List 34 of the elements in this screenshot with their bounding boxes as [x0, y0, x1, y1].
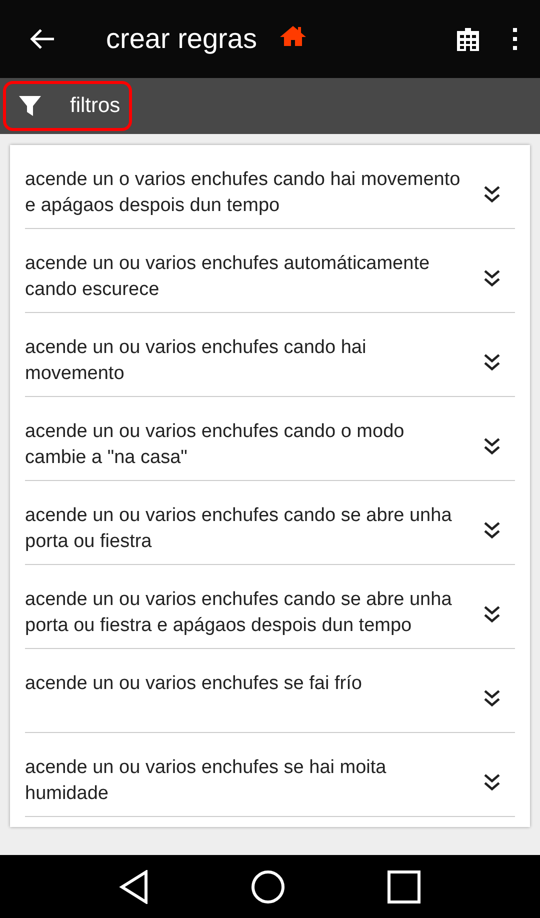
- rule-text: acende un ou varios enchufes automáticamente cando escurece: [25, 252, 431, 302]
- double-chevron-icon[interactable]: [483, 604, 501, 622]
- recents-square-icon[interactable]: [387, 870, 421, 904]
- more-options-icon[interactable]: [512, 28, 518, 50]
- rule-item[interactable]: acende un ou varios enchufes se hai moita humidade: [25, 733, 515, 817]
- home-circle-icon[interactable]: [251, 870, 285, 904]
- rule-text: acende un ou varios enchufes cando o modo cambie a "na casa": [25, 420, 406, 470]
- double-chevron-icon[interactable]: [483, 688, 501, 706]
- rule-text: acende un ou varios enchufes se fai frío: [25, 672, 363, 696]
- home-icon[interactable]: [278, 25, 307, 47]
- double-chevron-icon[interactable]: [483, 268, 501, 286]
- rule-text: acende un ou varios enchufes cando hai movemento: [25, 336, 368, 386]
- back-arrow-icon: [29, 28, 55, 50]
- rule-item[interactable]: acende un o varios enchufes cando hai movemento e apágaos despois dun tempo: [25, 145, 515, 229]
- rule-text: acende un ou varios enchufes se hai moita humidade: [25, 756, 388, 806]
- screen-title: crear regras: [106, 22, 257, 56]
- double-chevron-icon[interactable]: [483, 772, 501, 790]
- rule-item[interactable]: acende un ou varios enchufes cando se abre unha porta ou fiestra e apágaos despois dun tempo: [25, 565, 515, 649]
- double-chevron-icon[interactable]: [483, 520, 501, 538]
- rule-item[interactable]: acende un ou varios enchufes se fai frío: [25, 649, 515, 733]
- double-chevron-icon[interactable]: [483, 436, 501, 454]
- filter-button[interactable]: filtros: [3, 81, 132, 131]
- double-chevron-icon[interactable]: [483, 184, 501, 202]
- rule-text: acende un ou varios enchufes cando se abre unha porta ou fiestra: [25, 504, 453, 554]
- rule-item[interactable]: acende un ou varios enchufes cando se abre unha porta ou fiestra: [25, 481, 515, 565]
- rule-text: acende un ou varios enchufes cando se abre unha porta ou fiestra e apágaos despois dun tempo: [25, 588, 453, 638]
- back-triangle-icon[interactable]: [119, 870, 149, 904]
- rule-item[interactable]: acende un ou varios enchufes cando o modo cambie a "na casa": [25, 397, 515, 481]
- rule-item[interactable]: acende un ou varios enchufes automáticamente cando escurece: [25, 229, 515, 313]
- building-icon[interactable]: [456, 27, 480, 51]
- filter-icon: [18, 95, 42, 117]
- rule-text: acende un o varios enchufes cando hai movemento e apágaos despois dun tempo: [25, 168, 462, 218]
- rule-item[interactable]: acende un ou varios enchufes cando hai movemento: [25, 313, 515, 397]
- double-chevron-icon[interactable]: [483, 352, 501, 370]
